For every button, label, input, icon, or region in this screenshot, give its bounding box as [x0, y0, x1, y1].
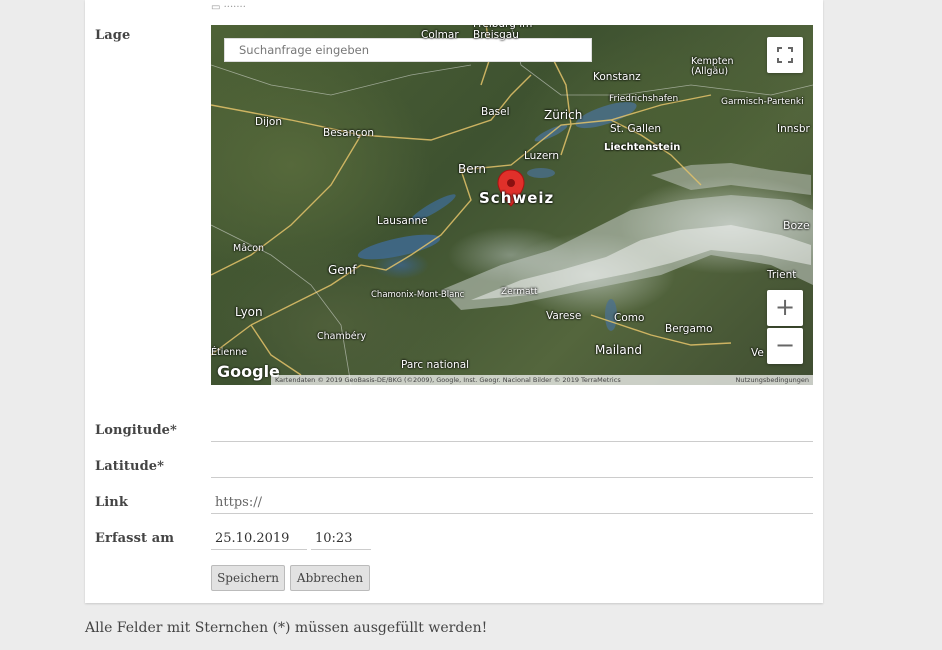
- longitude-label: Longitude*: [95, 423, 177, 438]
- map-label-ve: Ve: [751, 347, 764, 359]
- required-fields-note: Alle Felder mit Sternchen (*) müssen aus…: [85, 620, 488, 636]
- latitude-label: Latitude*: [95, 459, 165, 474]
- map-label-mailand: Mailand: [595, 343, 642, 357]
- cut-off-checkbox-row: ▭ ·······: [211, 2, 246, 13]
- link-label: Link: [95, 495, 128, 510]
- latitude-input[interactable]: [211, 456, 813, 478]
- zoom-out-button[interactable]: −: [767, 328, 803, 364]
- map-label-bern: Bern: [458, 162, 486, 176]
- map-label-varese: Varese: [546, 310, 582, 322]
- map-label-dijon: Dijon: [255, 116, 282, 128]
- map-label-schweiz: Schweiz: [479, 189, 555, 207]
- map-attribution-text: Kartendaten © 2019 GeoBasis-DE/BKG (©200…: [275, 376, 621, 384]
- map-label-macon: Mâcon: [233, 243, 265, 254]
- map-label-parc: Parc national: [401, 359, 470, 371]
- map-label-zermatt: Zermatt: [501, 287, 538, 297]
- map-terms-link[interactable]: Nutzungsbedingungen: [736, 375, 809, 385]
- link-input[interactable]: [211, 492, 813, 514]
- map-label-bergamo: Bergamo: [665, 323, 713, 335]
- zoom-in-button[interactable]: +: [767, 290, 803, 326]
- fullscreen-icon: [777, 47, 793, 63]
- map-label-besancon: Besançon: [323, 127, 375, 139]
- date-input[interactable]: [211, 528, 307, 550]
- map-label-zurich: Zürich: [544, 108, 583, 122]
- map-label-liechtenstein: Liechtenstein: [604, 142, 681, 153]
- map-attribution: Kartendaten © 2019 GeoBasis-DE/BKG (©200…: [271, 375, 813, 385]
- map-label-friedrichshafen: Friedrichshafen: [609, 94, 679, 104]
- map-label-bolzano: Boze: [783, 219, 810, 232]
- map-label-konstanz: Konstanz: [593, 71, 641, 83]
- erfasst-label: Erfasst am: [95, 531, 175, 546]
- map[interactable]: Suchanfrage eingeben + − Colmar Freiburg…: [211, 25, 813, 385]
- map-label-genf: Genf: [328, 263, 357, 277]
- map-label-colmar: Colmar: [421, 29, 459, 41]
- fullscreen-button[interactable]: [767, 37, 803, 73]
- map-label-innsbruck: Innsbr: [777, 123, 810, 135]
- map-label-chamonix: Chamonix-Mont-Blanc: [371, 290, 465, 300]
- lage-label: Lage: [95, 28, 131, 43]
- map-label-como: Como: [614, 312, 645, 324]
- form-card: ▭ ······· Lage Suchanfrage eingeben + − …: [85, 0, 823, 603]
- longitude-input[interactable]: [211, 420, 813, 442]
- map-search-input[interactable]: Suchanfrage eingeben: [224, 38, 592, 62]
- save-button[interactable]: Speichern: [211, 565, 285, 591]
- map-label-garmisch: Garmisch-Partenki: [721, 97, 804, 107]
- map-label-lausanne: Lausanne: [377, 215, 428, 227]
- time-input[interactable]: [311, 528, 371, 550]
- map-label-luzern: Luzern: [524, 150, 560, 162]
- map-label-etienne: Étienne: [211, 347, 248, 358]
- map-label-lyon: Lyon: [235, 305, 263, 319]
- map-label-stgallen: St. Gallen: [610, 123, 661, 135]
- map-label-trient: Trient: [767, 269, 797, 281]
- map-label-freiburg: Freiburg im Breisgau: [473, 25, 532, 41]
- cancel-button[interactable]: Abbrechen: [290, 565, 370, 591]
- map-label-basel: Basel: [481, 106, 510, 118]
- map-label-chambery: Chambéry: [317, 331, 367, 342]
- map-label-kempten: Kempten (Allgäu): [691, 56, 734, 77]
